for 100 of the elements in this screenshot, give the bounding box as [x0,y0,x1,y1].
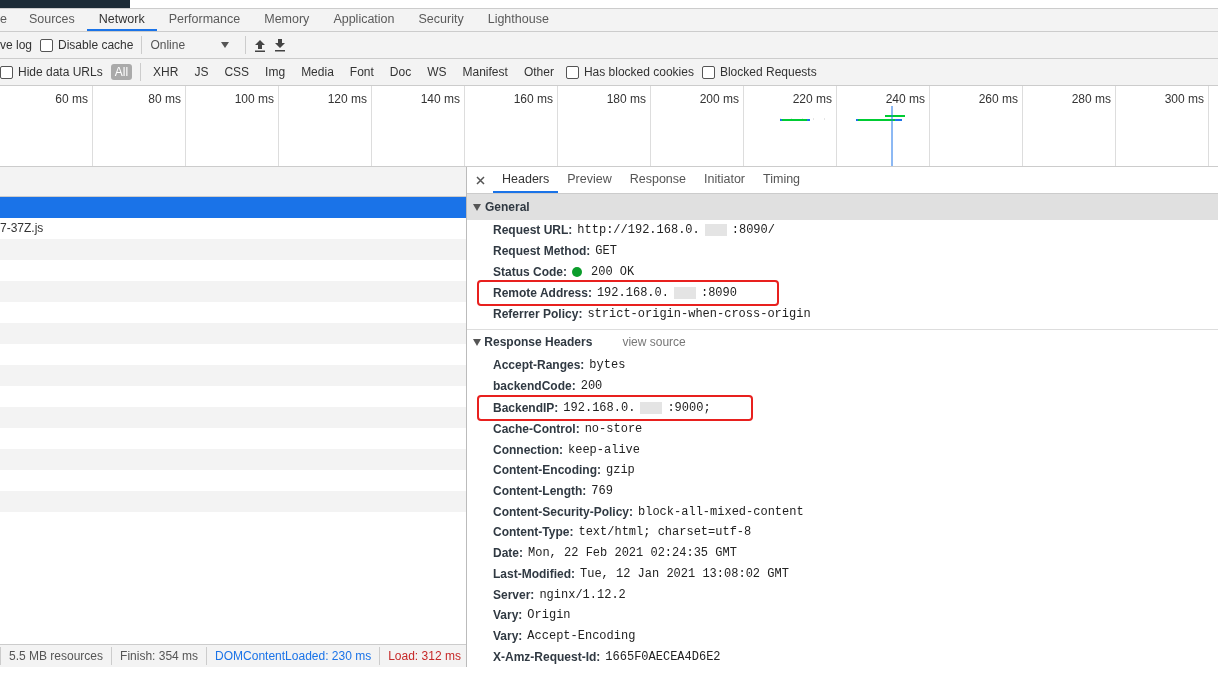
timeline-tick: 220 ms [744,86,837,166]
checkbox-label: Disable cache [58,38,134,52]
type-filter[interactable]: Other [519,64,558,80]
detail-tab[interactable]: Preview [558,167,621,194]
type-filter[interactable]: Manifest [458,64,512,80]
panel-tab[interactable]: Sources [16,9,87,31]
header-value: 200 OK [591,264,635,279]
header-value: gzip [606,463,635,478]
checkbox[interactable] [701,65,715,79]
checkbox-label: Has blocked cookies [583,65,694,79]
header-name: Last-Modified: [493,566,575,581]
header-value: Accept-Encoding [527,629,636,644]
timeline-tick: 100 ms [186,86,279,166]
panel-tab[interactable]: Lighthouse [475,9,561,31]
panel-tab[interactable]: Security [406,9,476,31]
section-header[interactable]: Response Headers [473,335,593,350]
timeline-tick: 180 ms [558,86,651,166]
view-source-link[interactable]: view source [622,335,686,350]
header-value: 769 [591,484,613,499]
header-value: Origin [527,608,571,623]
type-filter[interactable]: Font [345,64,378,80]
header-value: GET [595,243,617,258]
header-value: text/html; charset=utf-8 [578,525,752,540]
header-name: Date: [493,546,523,561]
header-value: bytes [589,358,626,373]
header-value: :9000; [667,400,711,415]
header-name: Content-Encoding: [493,463,601,478]
timeline-tick: 140 ms [372,86,465,166]
header-value: 1665F0AECEA4D6E2 [605,649,721,664]
summary-text: Load: 312 ms [379,647,469,665]
timeline-tick: 80 ms [93,86,186,166]
header-name: Referrer Policy: [493,307,583,322]
timeline-tick: 160 ms [465,86,558,166]
header-value: 192.168.0. [596,285,669,300]
summary-text: 5.5 MB resources [0,647,112,665]
triangle-icon [473,203,481,211]
header-name: Content-Length: [493,484,587,499]
summary-text: Finish: 354 ms [111,647,207,665]
timeline-tick: 300 ms [1116,86,1209,166]
summary-text: DOMContentLoaded: 230 ms [206,647,380,665]
timeline-tick: 260 ms [930,86,1023,166]
detail-tab[interactable]: Timing [754,167,810,194]
header-value: block-all-mixed-content [638,504,804,519]
checkbox[interactable] [565,65,579,79]
timeline-tick: 280 ms [1023,86,1116,166]
header-name: Connection: [493,442,563,457]
header-value: no-store [584,421,643,436]
header-value: 200 [580,379,603,394]
header-name: Vary: [493,608,523,623]
type-filter[interactable]: CSS [220,64,254,80]
header-value: keep-alive [568,442,640,457]
checkbox[interactable] [40,38,54,52]
download-icon[interactable] [274,38,287,52]
checkbox[interactable] [0,65,13,79]
header-name: Cache-Control: [493,421,580,436]
header-value: 192.168.0. [563,400,636,415]
header-name: BackendIP: [493,400,559,415]
header-value: http://192.168.0. [577,223,700,238]
header-name: Request URL: [493,223,573,238]
type-filter[interactable]: Media [297,64,338,80]
header-value: strict-origin-when-cross-origin [587,307,811,322]
caret-icon [221,42,230,48]
header-value: :8090/ [731,223,775,238]
timeline-tick: 200 ms [651,86,744,166]
detail-tab[interactable]: Initiator [695,167,754,194]
checkbox-label: Hide data URLs [18,65,103,79]
throttling-dropdown[interactable]: Online [150,37,238,53]
panel-tab[interactable]: Memory [252,9,322,31]
triangle-icon [473,339,481,347]
header-name: Remote Address: [493,285,592,300]
type-filter[interactable]: JS [190,64,213,80]
header-name: Server: [493,587,535,602]
header-name: Content-Type: [493,525,574,540]
type-filter[interactable]: Img [261,64,290,80]
header-name: X-Amz-Request-Id: [493,649,601,664]
header-name: Request Method: [493,243,591,258]
panel-tab[interactable]: e [0,9,17,31]
header-name: Content-Security-Policy: [493,504,633,519]
header-value: Mon, 22 Feb 2021 02:24:35 GMT [528,546,737,561]
detail-tab[interactable]: Response [620,167,695,194]
type-filter[interactable]: XHR [149,64,183,80]
header-value: Tue, 12 Jan 2021 13:08:02 GMT [580,566,789,581]
section-header[interactable]: General [467,194,1218,220]
type-filter[interactable]: Doc [385,64,416,80]
timeline-tick: 120 ms [279,86,372,166]
type-filter[interactable]: WS [423,64,451,80]
request-row[interactable]: 7-37Z.js [0,218,466,239]
upload-icon[interactable] [254,38,267,52]
header-value: :8090 [700,285,737,300]
header-value: nginx/1.12.2 [539,587,626,602]
header-name: backendCode: [493,379,576,394]
panel-tab[interactable]: Performance [156,9,253,31]
header-name: Status Code: [493,264,567,279]
timeline-tick: 240 ms [837,86,930,166]
header-name: Accept-Ranges: [493,358,585,373]
timeline-tick: 60 ms [0,86,93,166]
header-name: Vary: [493,629,523,644]
preserve-log-label: ve log [0,38,33,52]
checkbox-label: Blocked Requests [719,65,817,79]
panel-tab[interactable]: Application [321,9,407,31]
